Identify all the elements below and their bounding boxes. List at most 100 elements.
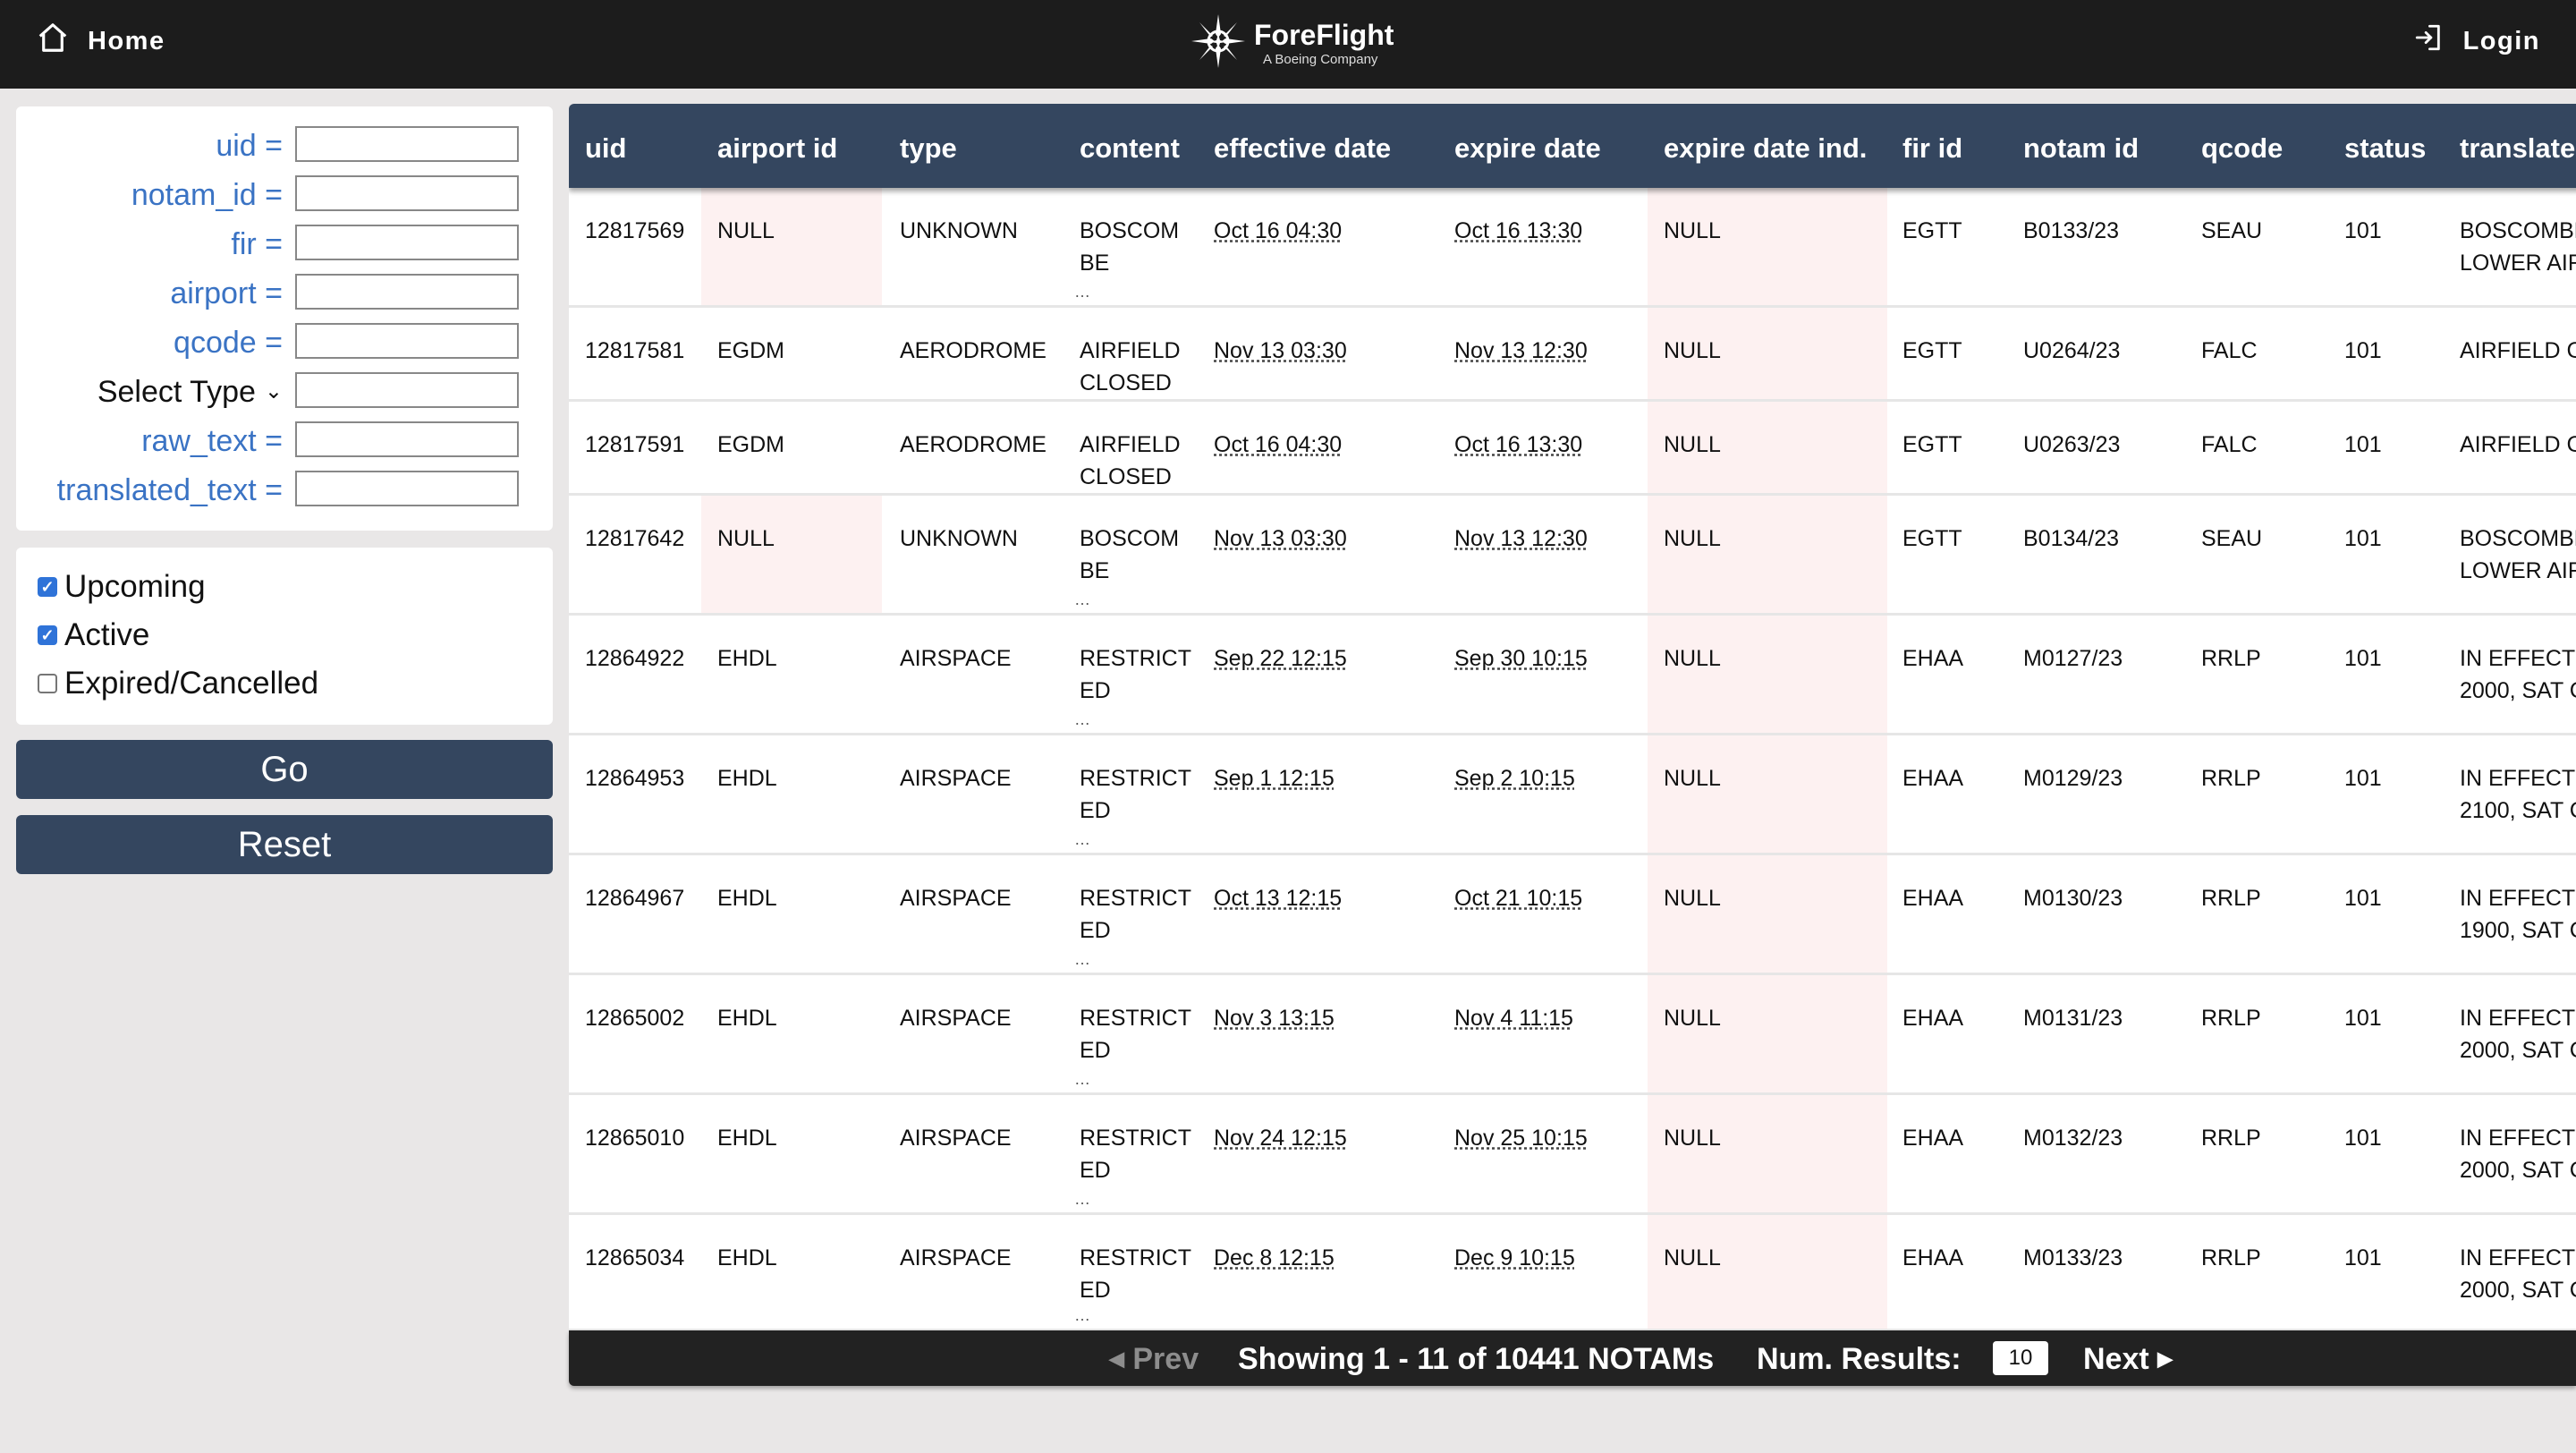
col-fir-id[interactable]: fir id xyxy=(1902,132,1962,165)
col-airport-id[interactable]: airport id xyxy=(717,132,837,165)
cell-effective[interactable]: Nov 3 13:15 xyxy=(1214,1002,1335,1034)
active-checkbox-row[interactable]: Active xyxy=(38,615,149,656)
cell-type: AIRSPACE xyxy=(900,1245,1012,1270)
table-row[interactable]: 12865010 EHDL AIRSPACE RESTRICTED Nov 24 12:… xyxy=(569,1095,2576,1215)
cell-expire[interactable]: Oct 21 10:15 xyxy=(1454,882,1582,914)
login-link[interactable]: Login xyxy=(2413,21,2540,61)
cell-type: UNKNOWN xyxy=(900,526,1018,551)
more-ellipsis-icon[interactable]: … xyxy=(1074,710,1091,729)
cell-type: AERODROME xyxy=(900,432,1046,457)
cell-status: 101 xyxy=(2344,432,2382,457)
cell-notam: M0129/23 xyxy=(2023,766,2123,791)
col-translated[interactable]: translated xyxy=(2460,132,2576,165)
cell-expire[interactable]: Sep 2 10:15 xyxy=(1454,762,1575,794)
caret-left-icon: ◀ xyxy=(1109,1347,1124,1370)
cell-uid: 12817569 xyxy=(585,218,685,243)
cell-effective[interactable]: Sep 22 12:15 xyxy=(1214,642,1347,675)
cell-expire-ind: NULL xyxy=(1664,646,1721,671)
cell-expire[interactable]: Nov 13 12:30 xyxy=(1454,523,1588,555)
cell-effective[interactable]: Oct 13 12:15 xyxy=(1214,882,1342,914)
cell-translated: AIRFIELD C xyxy=(2460,429,2576,461)
expired-cancelled-checkbox-row[interactable]: Expired/Cancelled xyxy=(38,663,318,704)
col-effective-date[interactable]: effective date xyxy=(1214,132,1391,165)
cell-translated: BOSCOMBE LOWER AIR xyxy=(2460,215,2576,279)
expired-cancelled-checkbox[interactable] xyxy=(38,674,57,693)
more-ellipsis-icon[interactable]: … xyxy=(1074,591,1091,609)
table-row[interactable]: 12865002 EHDL AIRSPACE RESTRICTED Nov 3 13:1… xyxy=(569,975,2576,1095)
cell-expire[interactable]: Nov 25 10:15 xyxy=(1454,1122,1588,1154)
airport-input[interactable] xyxy=(295,274,519,310)
cell-expire[interactable]: Nov 4 11:15 xyxy=(1454,1002,1573,1034)
cell-effective[interactable]: Oct 16 04:30 xyxy=(1214,215,1342,247)
col-status[interactable]: status xyxy=(2344,132,2426,165)
next-button[interactable]: Next ▶ xyxy=(2083,1342,2173,1377)
col-qcode[interactable]: qcode xyxy=(2201,132,2283,165)
uid-label: uid = xyxy=(216,129,283,163)
cell-effective[interactable]: Nov 13 03:30 xyxy=(1214,523,1347,555)
qcode-input[interactable] xyxy=(295,323,519,359)
cell-qcode: RRLP xyxy=(2201,646,2261,671)
col-content[interactable]: content xyxy=(1080,132,1180,165)
cell-notam: M0132/23 xyxy=(2023,1126,2123,1151)
cell-effective[interactable]: Oct 16 04:30 xyxy=(1214,429,1342,461)
cell-translated: BOSCOMBE LOWER AIR xyxy=(2460,523,2576,587)
cell-airport: EHDL xyxy=(717,766,777,791)
translated-line-1: AIRFIELD C xyxy=(2460,338,2576,363)
cell-translated: IN EFFECT 2000, SAT C xyxy=(2460,1242,2576,1306)
prev-button[interactable]: ◀ Prev xyxy=(1109,1342,1199,1377)
cell-translated: IN EFFECT 2000, SAT C xyxy=(2460,1122,2576,1186)
col-type[interactable]: type xyxy=(900,132,957,165)
more-ellipsis-icon[interactable]: … xyxy=(1074,830,1091,849)
more-ellipsis-icon[interactable]: … xyxy=(1074,1070,1091,1089)
select-type-dropdown[interactable]: Select Type ⌄ xyxy=(97,375,283,410)
cell-uid: 12817591 xyxy=(585,432,685,457)
cell-expire[interactable]: Oct 16 13:30 xyxy=(1454,215,1582,247)
col-notam-id[interactable]: notam id xyxy=(2023,132,2139,165)
table-row[interactable]: 12817591 EGDM AERODROME AIRFIELD CLOSED Oct … xyxy=(569,402,2576,496)
cell-effective[interactable]: Nov 24 12:15 xyxy=(1214,1122,1347,1154)
compass-logo-icon xyxy=(1190,13,1247,74)
table-row[interactable]: 12864967 EHDL AIRSPACE RESTRICTED Oct 13 12:… xyxy=(569,855,2576,975)
go-button[interactable]: Go xyxy=(16,740,553,799)
translated-text-input[interactable] xyxy=(295,471,519,506)
cell-effective[interactable]: Sep 1 12:15 xyxy=(1214,762,1335,794)
cell-expire[interactable]: Oct 16 13:30 xyxy=(1454,429,1582,461)
cell-effective[interactable]: Dec 8 12:15 xyxy=(1214,1242,1335,1274)
reset-button[interactable]: Reset xyxy=(16,815,553,874)
cell-uid: 12864953 xyxy=(585,766,685,791)
translated-line-2: 2100, SAT C xyxy=(2460,798,2576,823)
upcoming-checkbox[interactable] xyxy=(38,577,57,597)
col-expire-date-ind[interactable]: expire date ind. xyxy=(1664,132,1867,165)
qcode-filter: qcode = xyxy=(16,320,553,370)
cell-fir: EGTT xyxy=(1902,218,1962,243)
uid-input[interactable] xyxy=(295,126,519,162)
table-row[interactable]: 12817569 NULL UNKNOWN BOSCOMBE Oct 16 04:30 O… xyxy=(569,188,2576,308)
active-checkbox[interactable] xyxy=(38,625,57,645)
col-expire-date[interactable]: expire date xyxy=(1454,132,1601,165)
home-link[interactable]: Home xyxy=(36,21,165,61)
table-row[interactable]: 12817642 NULL UNKNOWN BOSCOMBE Nov 13 03:30 N… xyxy=(569,496,2576,616)
more-ellipsis-icon[interactable]: … xyxy=(1074,1306,1091,1325)
type-input[interactable] xyxy=(295,372,519,408)
more-ellipsis-icon[interactable]: … xyxy=(1074,950,1091,969)
upcoming-checkbox-row[interactable]: Upcoming xyxy=(38,566,206,608)
fir-input[interactable] xyxy=(295,225,519,260)
num-results-input[interactable] xyxy=(1993,1341,2048,1375)
table-row[interactable]: 12864953 EHDL AIRSPACE RESTRICTED Sep 1 12:1… xyxy=(569,735,2576,855)
more-ellipsis-icon[interactable]: … xyxy=(1074,1190,1091,1209)
login-icon xyxy=(2413,22,2444,60)
cell-expire[interactable]: Nov 13 12:30 xyxy=(1454,335,1588,367)
cell-expire[interactable]: Dec 9 10:15 xyxy=(1454,1242,1575,1274)
cell-airport: NULL xyxy=(717,218,775,243)
more-ellipsis-icon[interactable]: … xyxy=(1074,283,1091,302)
cell-expire[interactable]: Sep 30 10:15 xyxy=(1454,642,1588,675)
col-uid[interactable]: uid xyxy=(585,132,627,165)
table-row[interactable]: 12865034 EHDL AIRSPACE RESTRICTED Dec 8 12:1… xyxy=(569,1215,2576,1331)
cell-effective[interactable]: Nov 13 03:30 xyxy=(1214,335,1347,367)
table-row[interactable]: 12817581 EGDM AERODROME AIRFIELD CLOSED Nov … xyxy=(569,308,2576,402)
cell-status: 101 xyxy=(2344,526,2382,551)
raw-text-input[interactable] xyxy=(295,421,519,457)
notam-id-input[interactable] xyxy=(295,175,519,211)
cell-expire-ind: NULL xyxy=(1664,526,1721,551)
table-row[interactable]: 12864922 EHDL AIRSPACE RESTRICTED Sep 22 12:… xyxy=(569,616,2576,735)
